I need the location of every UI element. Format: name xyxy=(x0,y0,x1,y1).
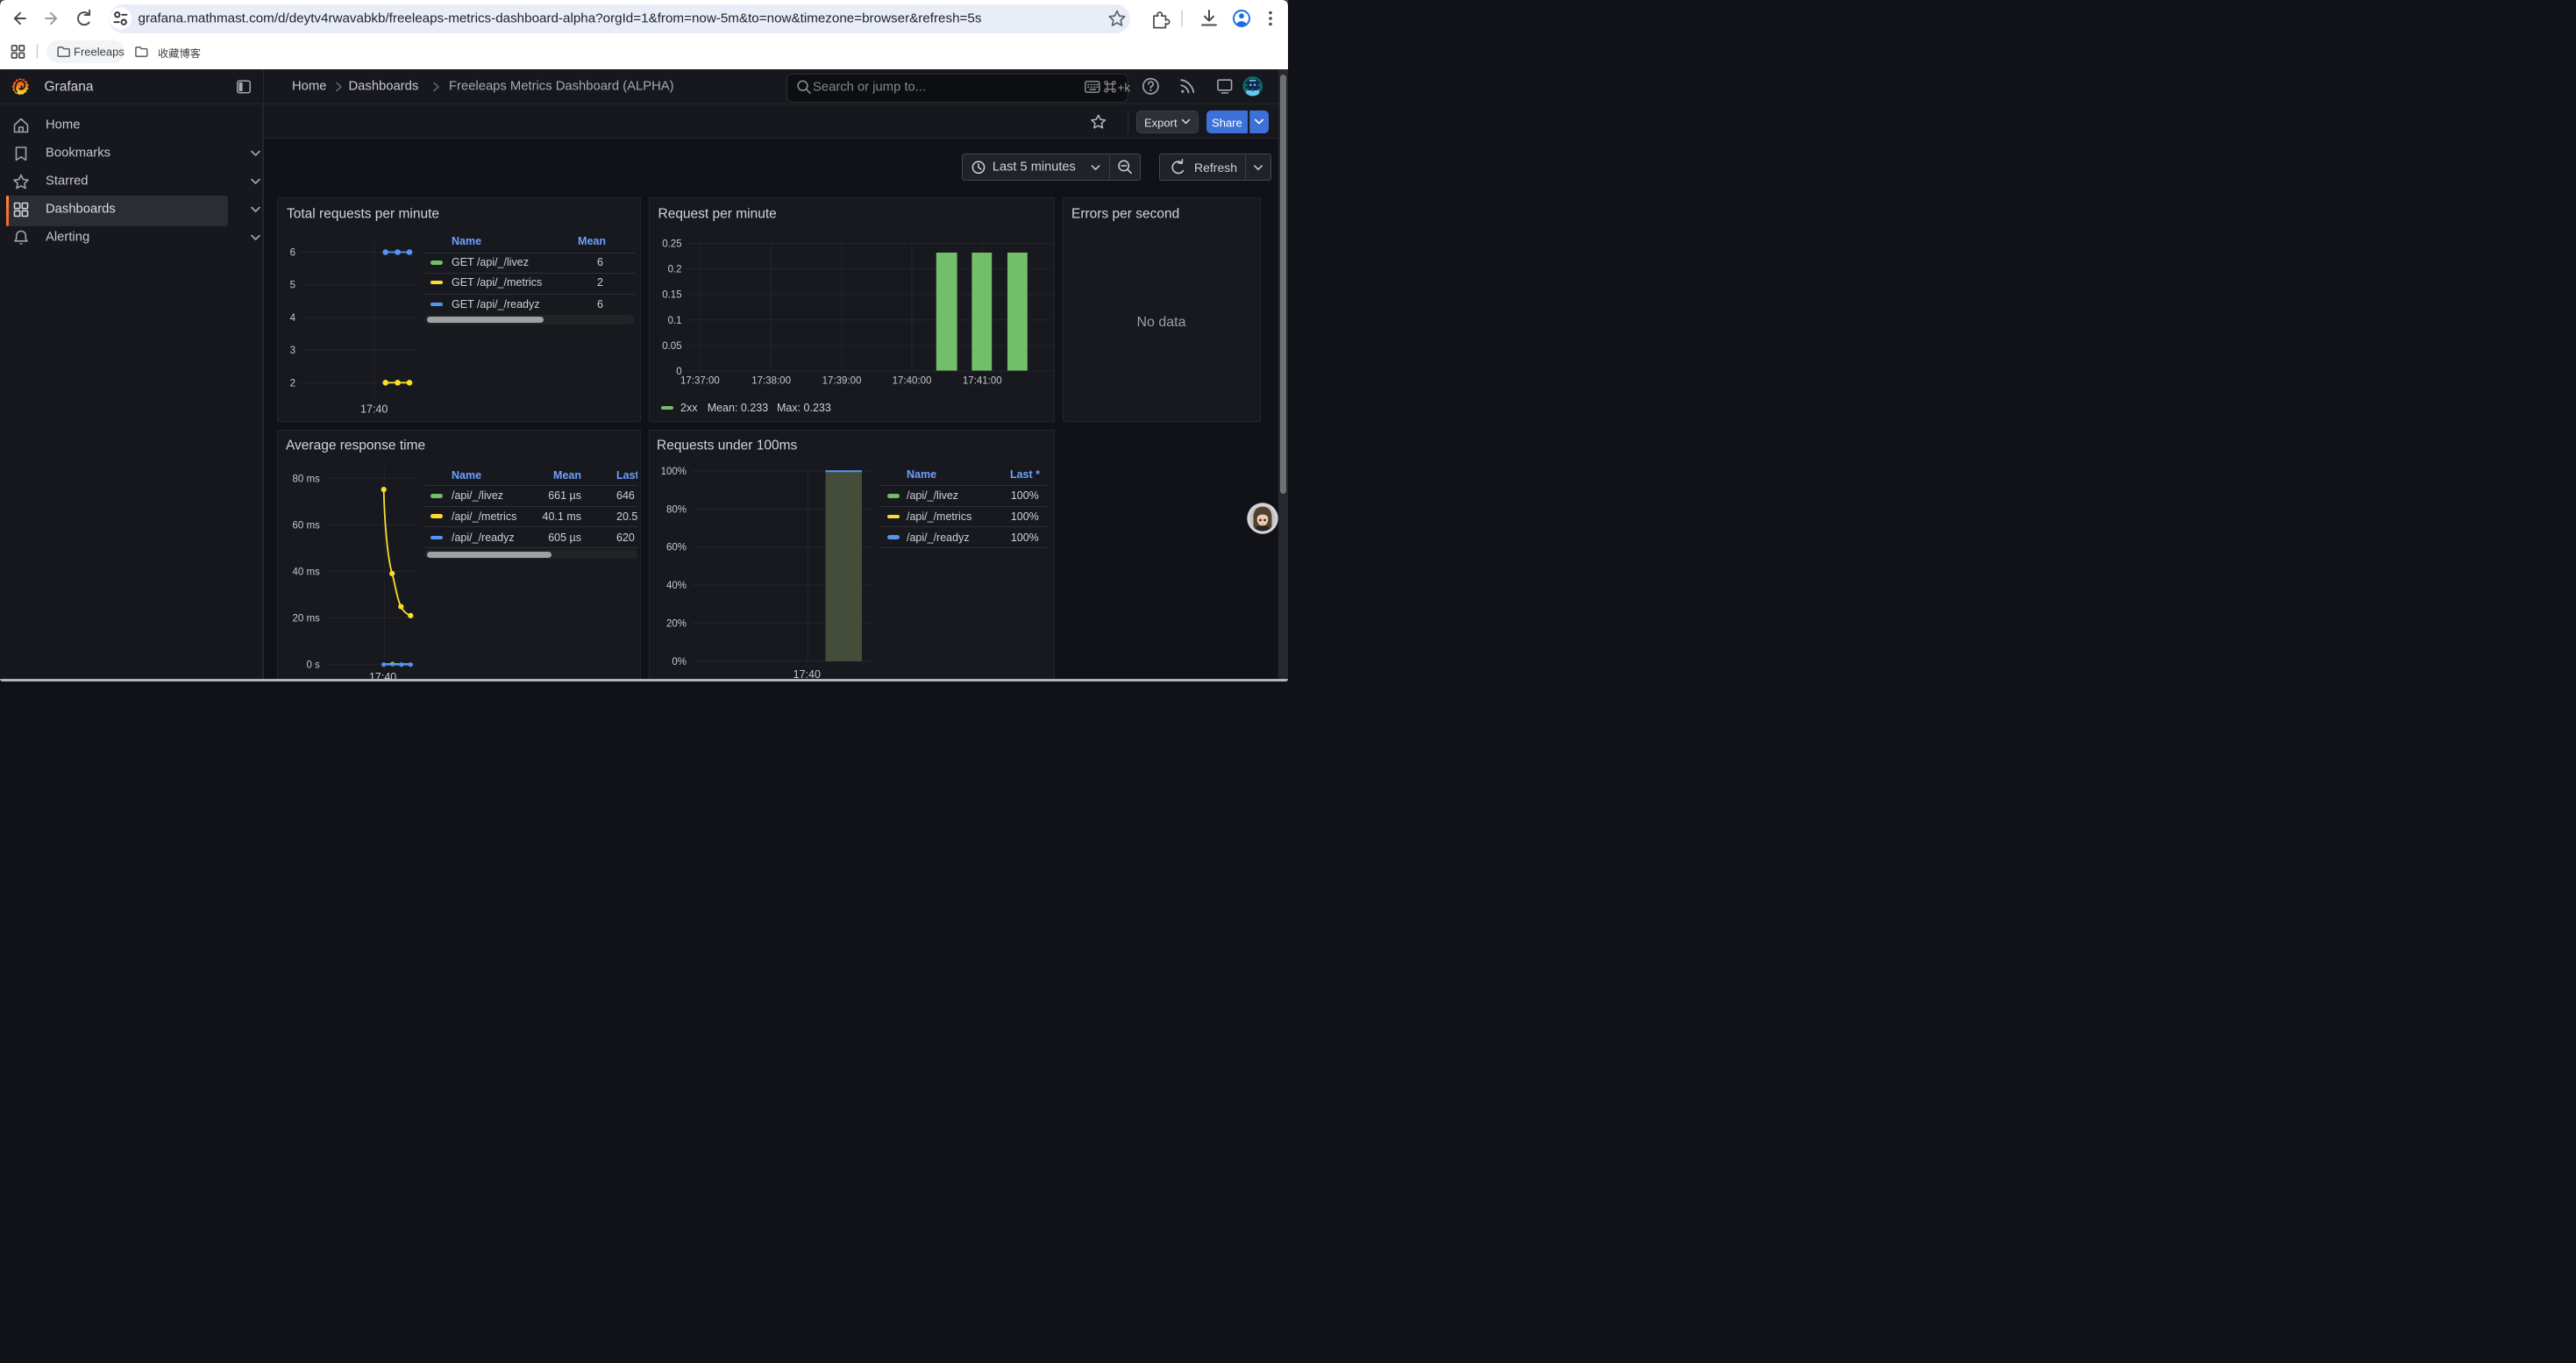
svg-text:17:40: 17:40 xyxy=(360,403,388,416)
svg-text:20%: 20% xyxy=(666,618,687,629)
svg-text:0 s: 0 s xyxy=(306,660,320,670)
svg-text:0.05: 0.05 xyxy=(662,341,681,352)
svg-text:0.1: 0.1 xyxy=(668,316,682,326)
svg-text:40%: 40% xyxy=(666,581,687,591)
svg-text:40 ms: 40 ms xyxy=(292,567,320,577)
svg-text:17:39:00: 17:39:00 xyxy=(822,376,862,387)
svg-text:80%: 80% xyxy=(666,504,687,515)
svg-text:100%: 100% xyxy=(661,467,687,477)
svg-text:20 ms: 20 ms xyxy=(292,613,320,624)
svg-text:4: 4 xyxy=(290,313,296,324)
svg-text:60 ms: 60 ms xyxy=(292,520,320,531)
svg-text:80 ms: 80 ms xyxy=(292,474,320,484)
svg-text:17:40:00: 17:40:00 xyxy=(893,376,932,387)
svg-text:3: 3 xyxy=(290,346,295,356)
svg-text:0.15: 0.15 xyxy=(662,290,681,301)
svg-text:0%: 0% xyxy=(672,657,687,667)
svg-text:5: 5 xyxy=(290,281,295,291)
svg-text:0.25: 0.25 xyxy=(662,239,681,250)
svg-text:17:41:00: 17:41:00 xyxy=(963,376,1002,387)
svg-text:17:37:00: 17:37:00 xyxy=(680,376,720,387)
svg-text:17:38:00: 17:38:00 xyxy=(751,376,791,387)
svg-text:6: 6 xyxy=(290,248,295,259)
svg-text:2: 2 xyxy=(290,378,295,389)
svg-text:60%: 60% xyxy=(666,543,687,553)
svg-text:0.2: 0.2 xyxy=(668,265,682,275)
